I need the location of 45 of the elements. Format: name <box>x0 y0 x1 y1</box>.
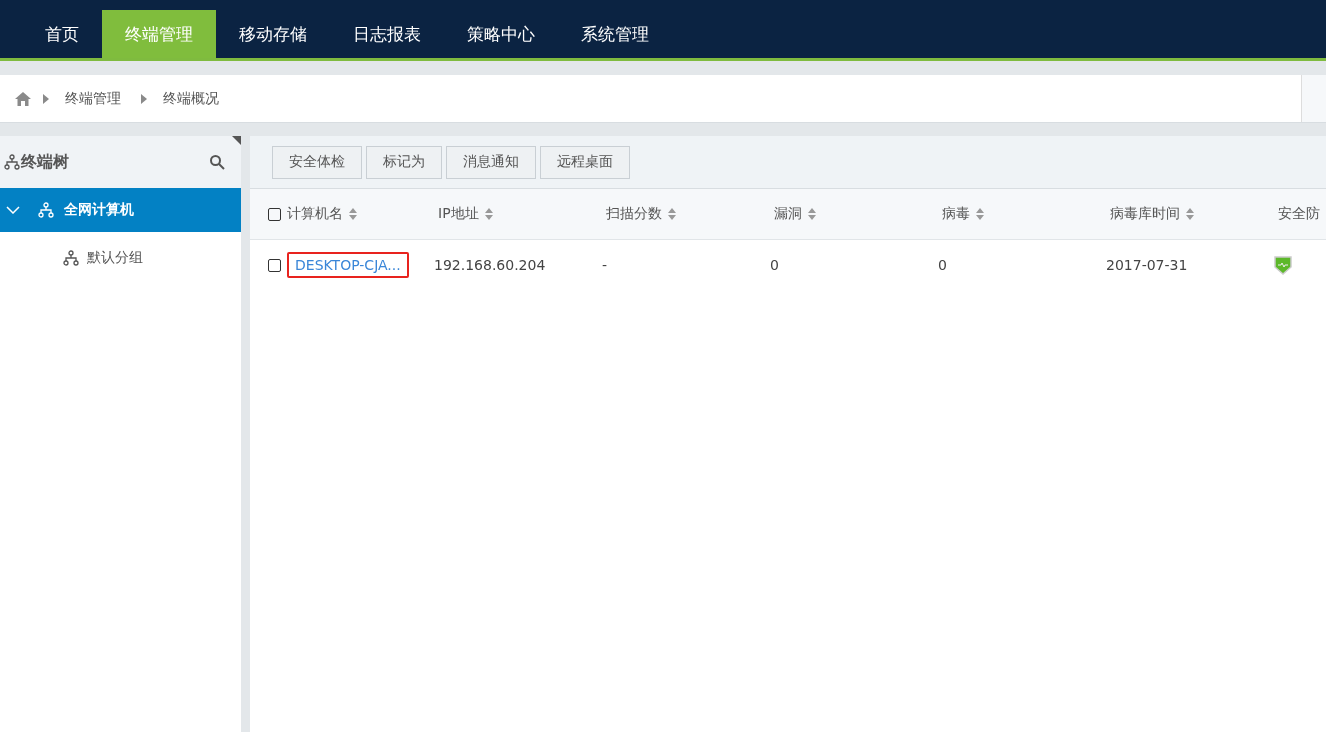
toolbar-button[interactable]: 消息通知 <box>446 145 536 179</box>
nav-tab[interactable]: 系统管理 <box>558 10 672 58</box>
scrollbar[interactable] <box>241 136 250 732</box>
sort-icon[interactable] <box>976 208 984 220</box>
sort-icon[interactable] <box>808 208 816 220</box>
corner-triangle-icon[interactable] <box>232 136 241 145</box>
sort-icon[interactable] <box>349 208 357 220</box>
tree-item[interactable]: 全网计算机 <box>0 188 241 232</box>
search-icon[interactable] <box>209 154 225 170</box>
caret-right-icon <box>141 93 147 104</box>
table-cell: 2017-07-31 <box>1106 257 1188 273</box>
nav-tab[interactable]: 首页 <box>22 10 102 58</box>
chevron-down-icon[interactable] <box>6 206 20 214</box>
column-header[interactable]: 病毒 <box>942 205 970 223</box>
caret-right-icon <box>43 93 49 104</box>
select-all-checkbox[interactable] <box>268 207 281 221</box>
sort-icon[interactable] <box>668 208 676 220</box>
toolbar-button[interactable]: 标记为 <box>366 145 442 179</box>
column-header[interactable]: 计算机名 <box>287 205 343 223</box>
column-header[interactable]: 安全防 <box>1278 205 1320 223</box>
column-header[interactable]: 病毒库时间 <box>1110 205 1180 223</box>
sort-icon[interactable] <box>1186 208 1194 220</box>
computer-name-link[interactable]: DESKTOP-CJA... <box>287 252 409 278</box>
home-icon[interactable] <box>15 91 31 106</box>
table-cell: - <box>602 257 608 273</box>
breadcrumb-link[interactable]: 终端管理 <box>65 89 121 108</box>
sidebar-title: 终端树 <box>21 151 69 173</box>
hierarchy-icon <box>63 250 79 266</box>
table-cell: 0 <box>770 257 779 273</box>
table-cell: 192.168.60.204 <box>434 257 546 273</box>
column-header[interactable]: 扫描分数 <box>606 205 662 223</box>
column-header[interactable]: IP地址 <box>438 205 479 223</box>
nav-tab[interactable]: 移动存储 <box>216 10 330 58</box>
column-header[interactable]: 漏洞 <box>774 205 802 223</box>
hierarchy-icon <box>38 202 54 218</box>
breadcrumb-link[interactable]: 终端概况 <box>163 89 219 108</box>
table-cell: 0 <box>938 257 947 273</box>
nav-tab[interactable]: 日志报表 <box>330 10 444 58</box>
nav-tab[interactable]: 策略中心 <box>444 10 558 58</box>
sort-icon[interactable] <box>484 208 493 220</box>
hierarchy-icon <box>4 154 20 170</box>
tree-item[interactable]: 默认分组 <box>0 232 241 284</box>
row-checkbox[interactable] <box>268 258 281 272</box>
toolbar-button[interactable]: 远程桌面 <box>540 145 630 179</box>
toolbar-button[interactable]: 安全体检 <box>272 145 362 179</box>
